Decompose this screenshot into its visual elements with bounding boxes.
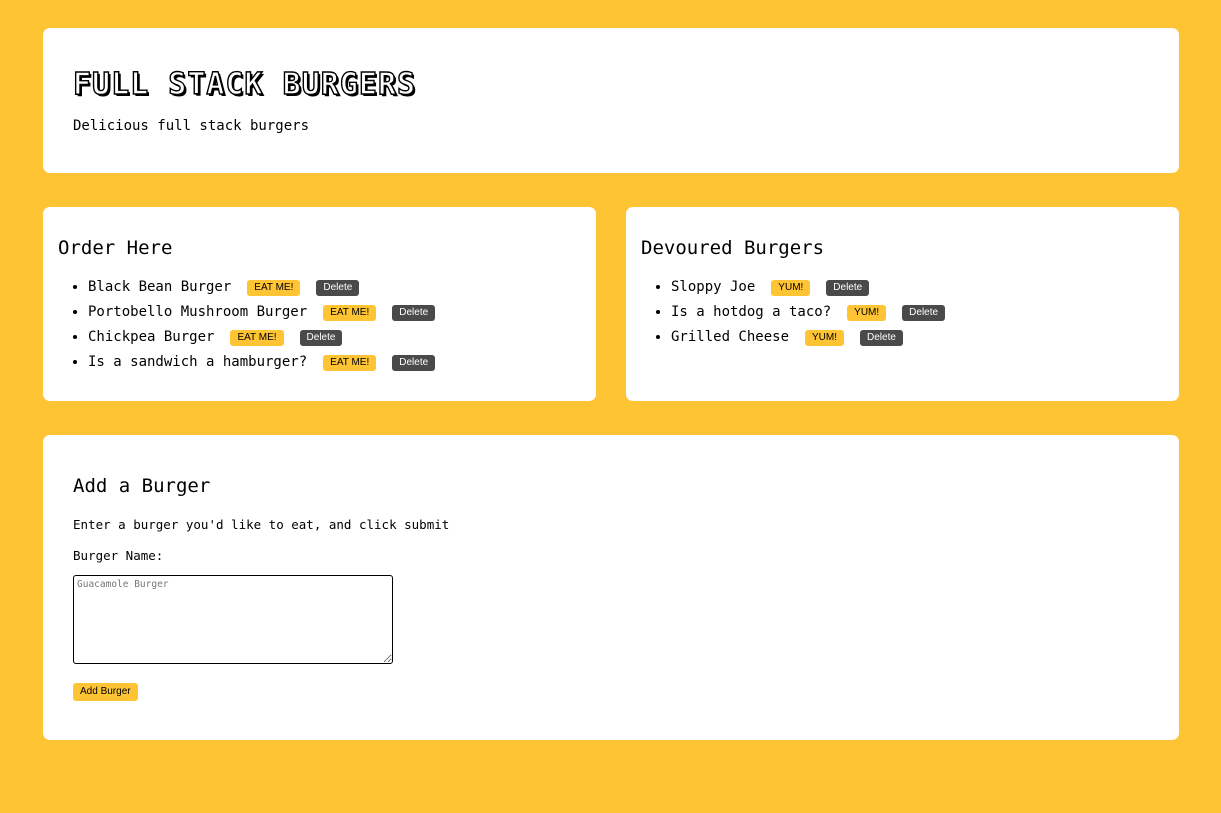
burger-name: Is a sandwich a hamburger? — [88, 354, 308, 370]
devoured-heading: Devoured Burgers — [641, 237, 825, 259]
delete-button[interactable]: Delete — [860, 330, 903, 346]
add-burger-panel: Add a Burger Enter a burger you'd like t… — [43, 435, 1179, 740]
delete-button[interactable]: Delete — [902, 305, 946, 321]
order-heading: Order Here — [58, 237, 173, 259]
devoured-list: Sloppy Joe YUM! Delete Is a hotdog a taco?… — [641, 275, 1164, 350]
burger-name: Is a hotdog a taco? — [671, 304, 832, 320]
delete-button[interactable]: Delete — [826, 280, 870, 296]
eat-me-button[interactable]: EAT ME! — [323, 305, 377, 321]
devoured-panel: Devoured Burgers Sloppy Joe YUM! Delete Is… — [626, 207, 1179, 401]
add-burger-button[interactable]: Add Burger — [73, 683, 138, 701]
order-panel: Order Here Black Bean Burger EAT ME! Delet… — [43, 207, 596, 401]
eat-me-button[interactable]: EAT ME! — [247, 280, 301, 296]
burger-name: Grilled Cheese — [671, 329, 790, 345]
yum-button[interactable]: YUM! — [805, 330, 845, 346]
delete-button[interactable]: Delete — [392, 305, 436, 321]
burger-name: Sloppy Joe — [671, 279, 756, 295]
yum-button[interactable]: YUM! — [847, 305, 887, 321]
site-subtitle: Delicious full stack burgers — [73, 118, 310, 134]
add-description: Enter a burger you'd like to eat, and cl… — [73, 517, 450, 532]
list-item: Portobello Mushroom Burger EAT ME! Delete — [88, 300, 581, 325]
header-card: FULL STACK BURGERS Delicious full stack … — [43, 28, 1179, 173]
list-item: Is a hotdog a taco? YUM! Delete — [671, 300, 1164, 325]
delete-button[interactable]: Delete — [316, 280, 360, 296]
site-title: FULL STACK BURGERS — [72, 67, 417, 102]
list-item: Sloppy Joe YUM! Delete — [671, 275, 1164, 300]
delete-button[interactable]: Delete — [392, 355, 436, 371]
add-heading: Add a Burger — [73, 475, 211, 497]
burger-name: Portobello Mushroom Burger — [88, 304, 308, 320]
burger-name: Chickpea Burger — [88, 329, 215, 345]
list-item: Black Bean Burger EAT ME! Delete — [88, 275, 581, 300]
burger-name-input[interactable] — [73, 575, 393, 664]
list-item: Is a sandwich a hamburger? EAT ME! Delete — [88, 350, 581, 375]
eat-me-button[interactable]: EAT ME! — [230, 330, 284, 346]
burger-name: Black Bean Burger — [88, 279, 232, 295]
eat-me-button[interactable]: EAT ME! — [323, 355, 377, 371]
list-item: Grilled Cheese YUM! Delete — [671, 325, 1164, 350]
list-item: Chickpea Burger EAT ME! Delete — [88, 325, 581, 350]
burger-name-label: Burger Name: — [73, 548, 164, 563]
delete-button[interactable]: Delete — [299, 330, 343, 346]
order-list: Black Bean Burger EAT ME! Delete Portobell… — [58, 275, 581, 375]
yum-button[interactable]: YUM! — [771, 280, 811, 296]
